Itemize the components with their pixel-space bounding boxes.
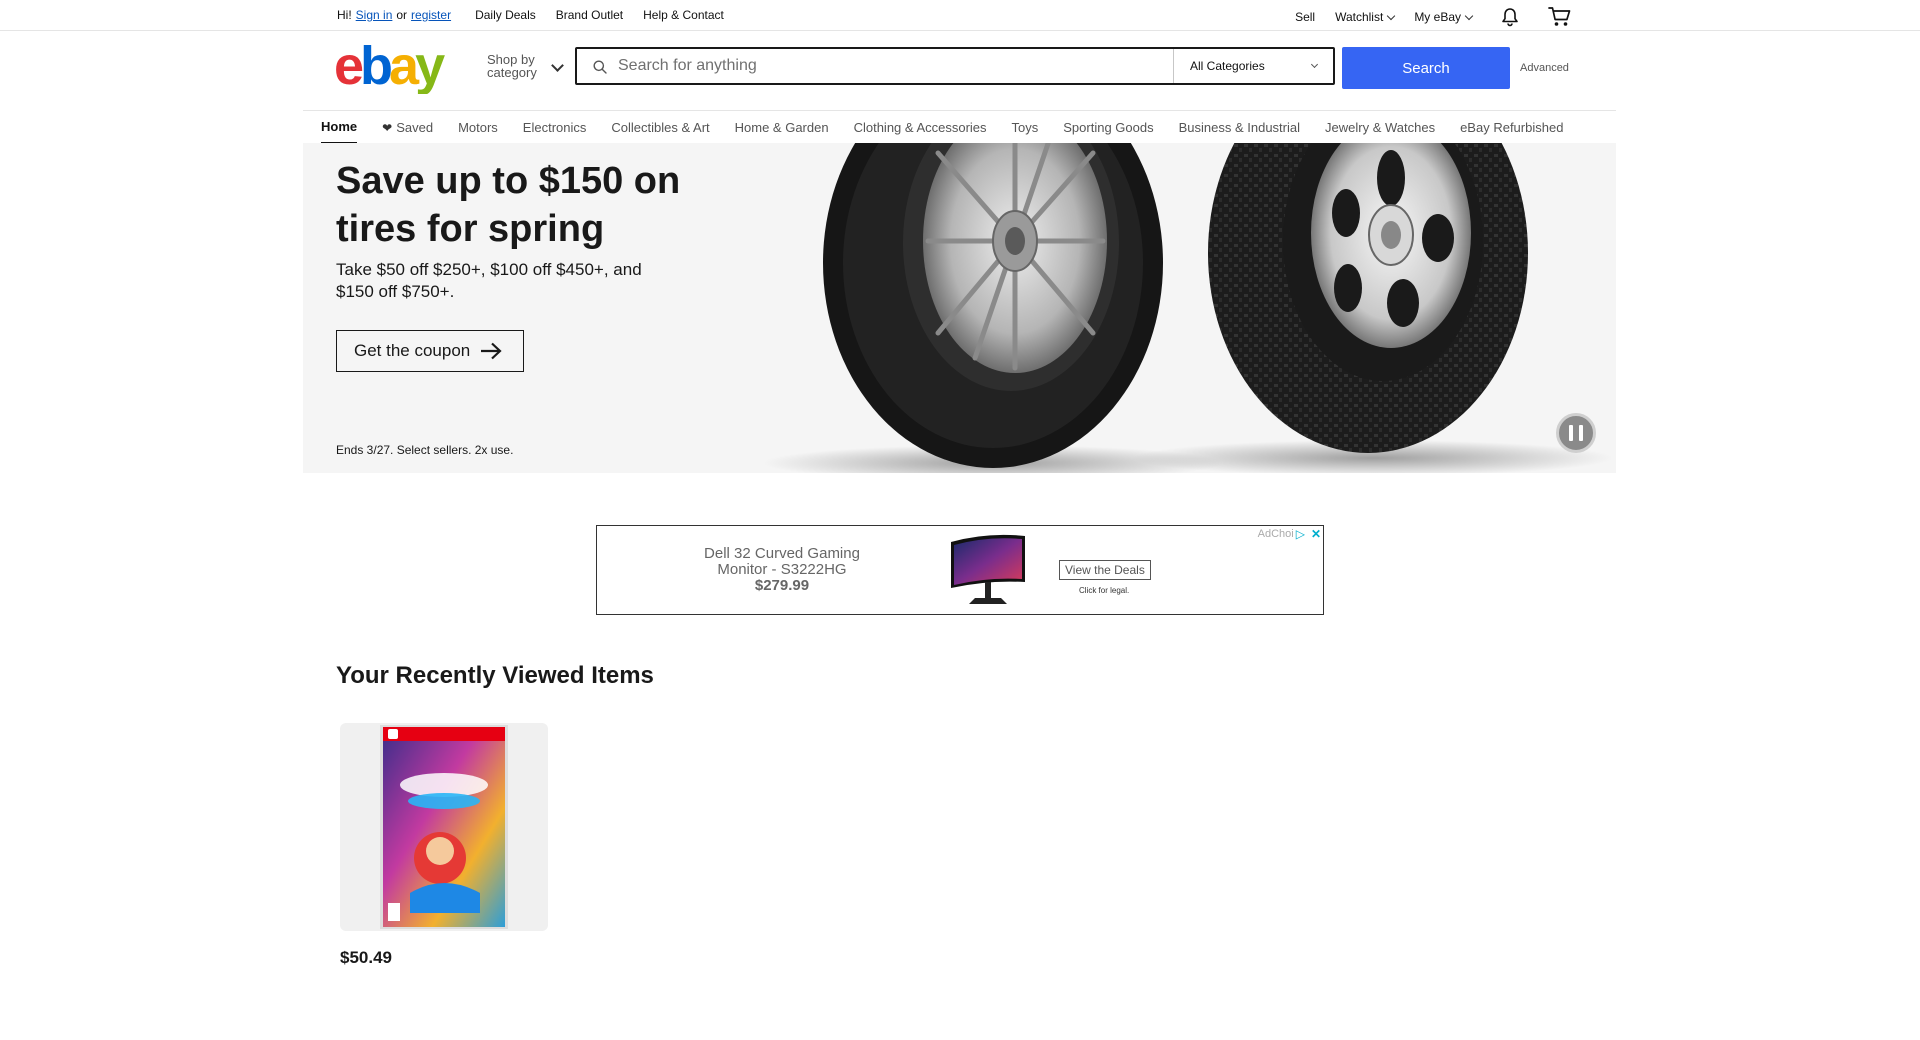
shop-by-category-button[interactable]: Shop by category (487, 53, 564, 80)
category-nav: Home ❤ Saved Motors Electronics Collecti… (303, 110, 1616, 144)
nav-item-home[interactable]: Home (321, 111, 358, 144)
search-button[interactable]: Search (1342, 47, 1510, 89)
view-deals-button[interactable]: View the Deals (1059, 560, 1151, 580)
recently-viewed-title: Your Recently Viewed Items (336, 662, 654, 689)
adchoices-icon: ▷ (1295, 527, 1305, 541)
nav-item-saved-label: Saved (396, 120, 434, 135)
top-utility-bar: Hi! Sign in or register Daily Deals Bran… (0, 0, 1920, 31)
header: ebay Shop by category All Categories Sea… (0, 30, 1920, 108)
cart-icon[interactable] (1548, 6, 1572, 28)
nav-item-clothing-accessories[interactable]: Clothing & Accessories (854, 111, 987, 144)
nav-item-saved[interactable]: ❤ Saved (382, 111, 433, 144)
get-coupon-button[interactable]: Get the coupon (336, 330, 524, 372)
nav-item-jewelry-watches[interactable]: Jewelry & Watches (1325, 111, 1435, 144)
arrow-right-icon (480, 342, 502, 360)
ad-legal-link[interactable]: Click for legal. (1079, 586, 1129, 595)
hero-title: Save up to $150 on tires for spring (336, 160, 681, 250)
recently-viewed-item-price: $50.49 (340, 948, 392, 967)
nav-item-electronics[interactable]: Electronics (523, 111, 587, 144)
pause-icon-bar (1579, 425, 1583, 441)
advertisement-banner[interactable]: Dell 32 Curved Gaming Monitor - S3222HG … (596, 525, 1324, 615)
search-bar: All Categories (575, 47, 1335, 85)
category-select[interactable]: All Categories (1173, 49, 1333, 83)
chevron-down-icon (1310, 60, 1319, 69)
search-input[interactable] (577, 49, 1173, 83)
tires-image (763, 143, 1613, 473)
chevron-down-icon (1387, 11, 1396, 20)
category-label: category (487, 65, 537, 80)
or-text: or (396, 8, 408, 22)
register-link[interactable]: register (411, 8, 451, 22)
greeting-text: Hi! (337, 8, 352, 22)
pause-icon-bar (1569, 425, 1573, 441)
my-ebay-menu[interactable]: My eBay (1414, 10, 1474, 24)
nav-item-collectibles-art[interactable]: Collectibles & Art (611, 111, 709, 144)
nav-item-motors[interactable]: Motors (458, 111, 498, 144)
hero-fine-print: Ends 3/27. Select sellers. 2x use. (336, 443, 514, 457)
daily-deals-link[interactable]: Daily Deals (475, 8, 536, 22)
nav-item-home-garden[interactable]: Home & Garden (735, 111, 829, 144)
sell-link[interactable]: Sell (1295, 10, 1315, 24)
close-icon[interactable]: ✕ (1311, 527, 1321, 541)
recently-viewed-item-image[interactable] (340, 723, 548, 931)
svg-text:ebay: ebay (334, 42, 445, 94)
bell-icon[interactable] (1500, 7, 1520, 27)
watchlist-menu[interactable]: Watchlist (1335, 10, 1396, 24)
heart-icon: ❤ (382, 120, 393, 135)
hero-banner[interactable]: Save up to $150 on tires for spring Take… (303, 143, 1616, 473)
monitor-image (951, 534, 1025, 604)
adchoices-badge[interactable]: AdChoi ▷ ✕ (1258, 527, 1321, 541)
nav-item-business-industrial[interactable]: Business & Industrial (1179, 111, 1300, 144)
ad-price: $279.99 (754, 577, 810, 594)
nav-item-toys[interactable]: Toys (1012, 111, 1039, 144)
ad-product-name: Dell 32 Curved Gaming Monitor - S3222HG (704, 545, 860, 578)
chevron-down-icon (1464, 11, 1474, 20)
top-left-links: Hi! Sign in or register Daily Deals Bran… (337, 8, 724, 22)
brand-outlet-link[interactable]: Brand Outlet (556, 8, 623, 22)
sign-in-link[interactable]: Sign in (356, 8, 393, 22)
chevron-down-icon (551, 59, 564, 72)
category-select-value: All Categories (1190, 59, 1265, 73)
nav-item-ebay-refurbished[interactable]: eBay Refurbished (1460, 111, 1563, 144)
ebay-logo[interactable]: ebay (334, 36, 454, 99)
my-ebay-label: My eBay (1414, 10, 1461, 24)
help-contact-link[interactable]: Help & Contact (643, 8, 724, 22)
get-coupon-label: Get the coupon (354, 341, 471, 360)
top-right-links: Sell Watchlist My eBay (1275, 6, 1572, 28)
game-box-art-image (380, 725, 508, 929)
pause-button[interactable] (1556, 413, 1596, 453)
advanced-search-link[interactable]: Advanced (1520, 62, 1569, 74)
search-icon (593, 60, 607, 79)
hero-subtitle: Take $50 off $250+, $100 off $450+, and … (336, 260, 642, 301)
nav-item-sporting-goods[interactable]: Sporting Goods (1063, 111, 1153, 144)
ad-product: Dell 32 Curved Gaming Monitor - S3222HG … (687, 546, 877, 594)
adchoices-label: AdChoi (1257, 528, 1294, 540)
watchlist-label: Watchlist (1335, 10, 1384, 24)
